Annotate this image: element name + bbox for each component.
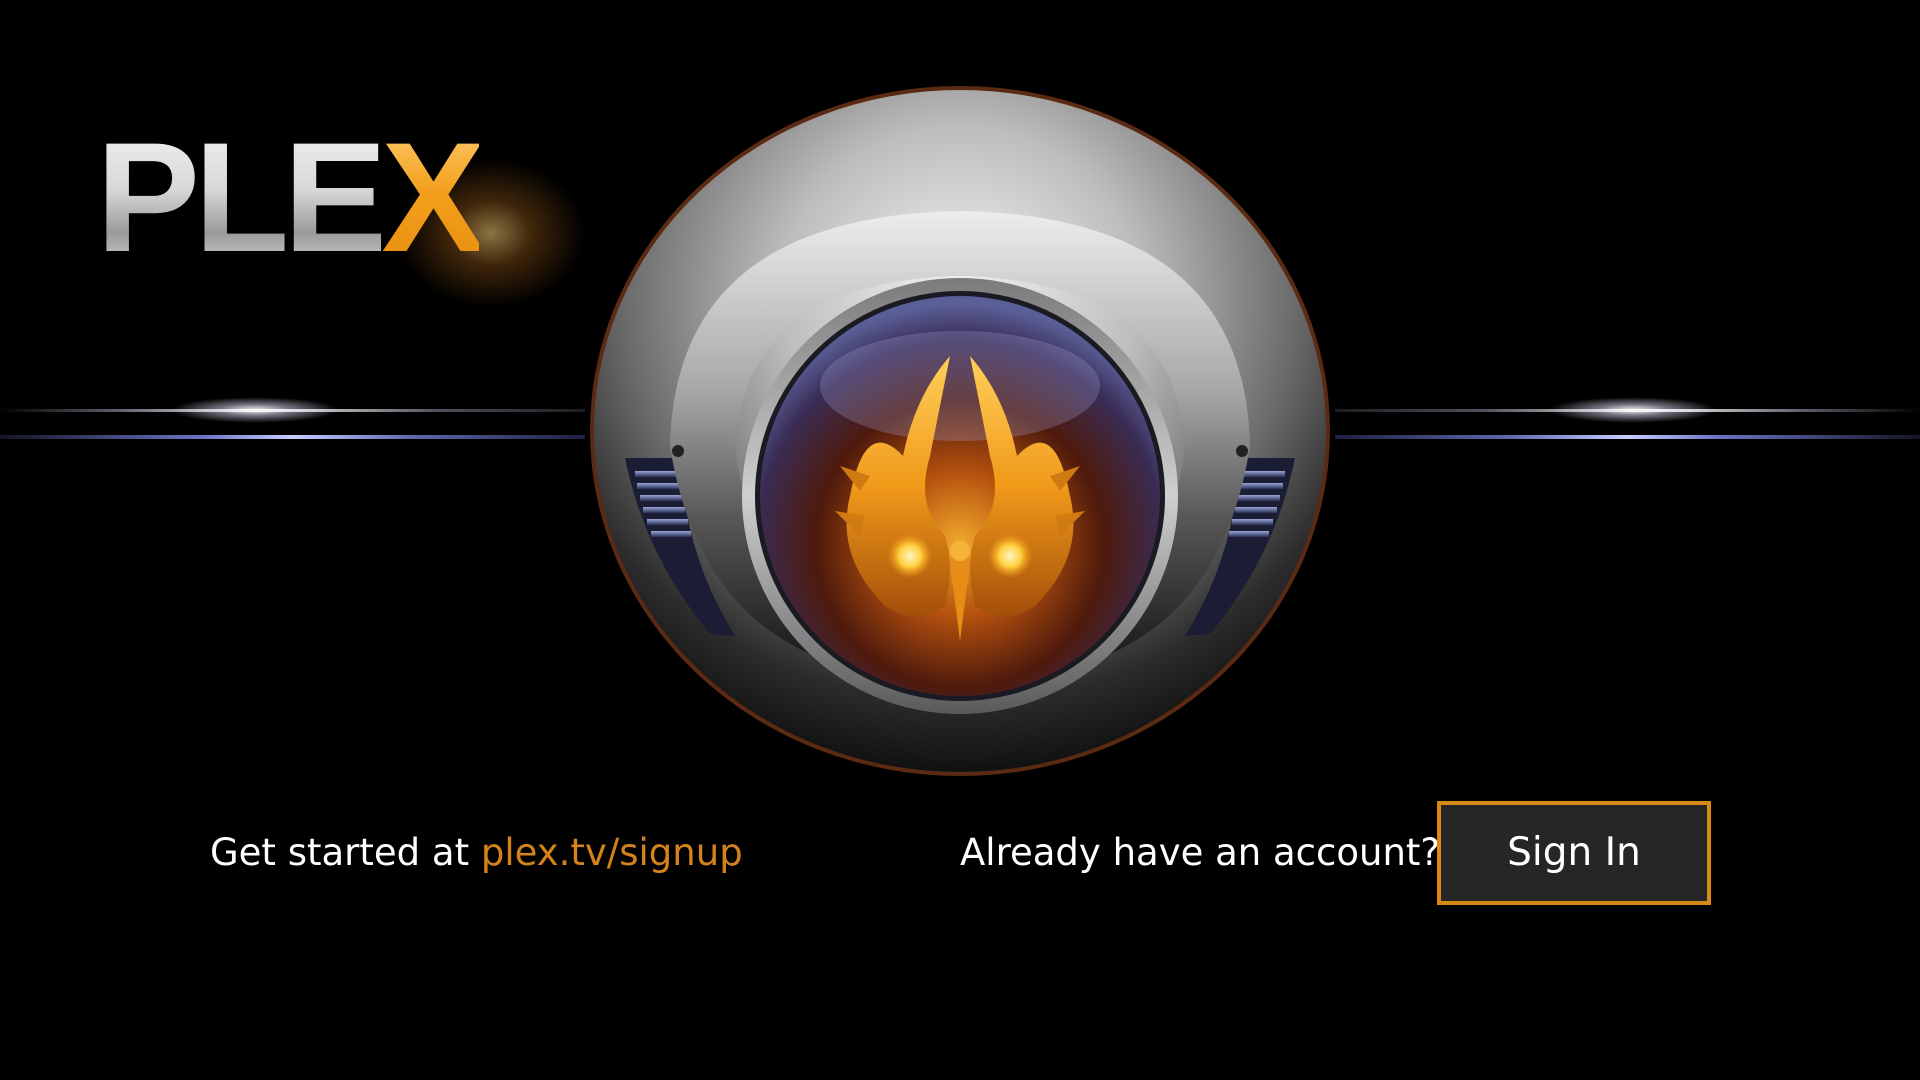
horizon-beam-right-blue	[1335, 435, 1920, 439]
plex-welcome-screen: PLEX Get started at plex.tv/signup Alrea…	[0, 0, 1920, 1080]
phoenix-orb-icon	[590, 86, 1330, 776]
logo-text-main: PLE	[96, 111, 387, 285]
signup-prompt: Get started at plex.tv/signup	[210, 828, 743, 878]
account-prompt: Already have an account?	[960, 831, 1441, 874]
logo-wordmark: PLEX	[96, 118, 485, 278]
plex-logo: PLEX	[96, 118, 586, 308]
signup-prefix: Get started at	[210, 831, 470, 874]
signup-link[interactable]: plex.tv/signup	[481, 831, 743, 874]
light-flare-right	[1548, 397, 1718, 423]
logo-text-accent: X	[381, 111, 485, 285]
light-flare-left	[170, 397, 340, 423]
sign-in-button[interactable]: Sign In	[1437, 801, 1711, 905]
horizon-beam-left-blue	[0, 435, 585, 439]
